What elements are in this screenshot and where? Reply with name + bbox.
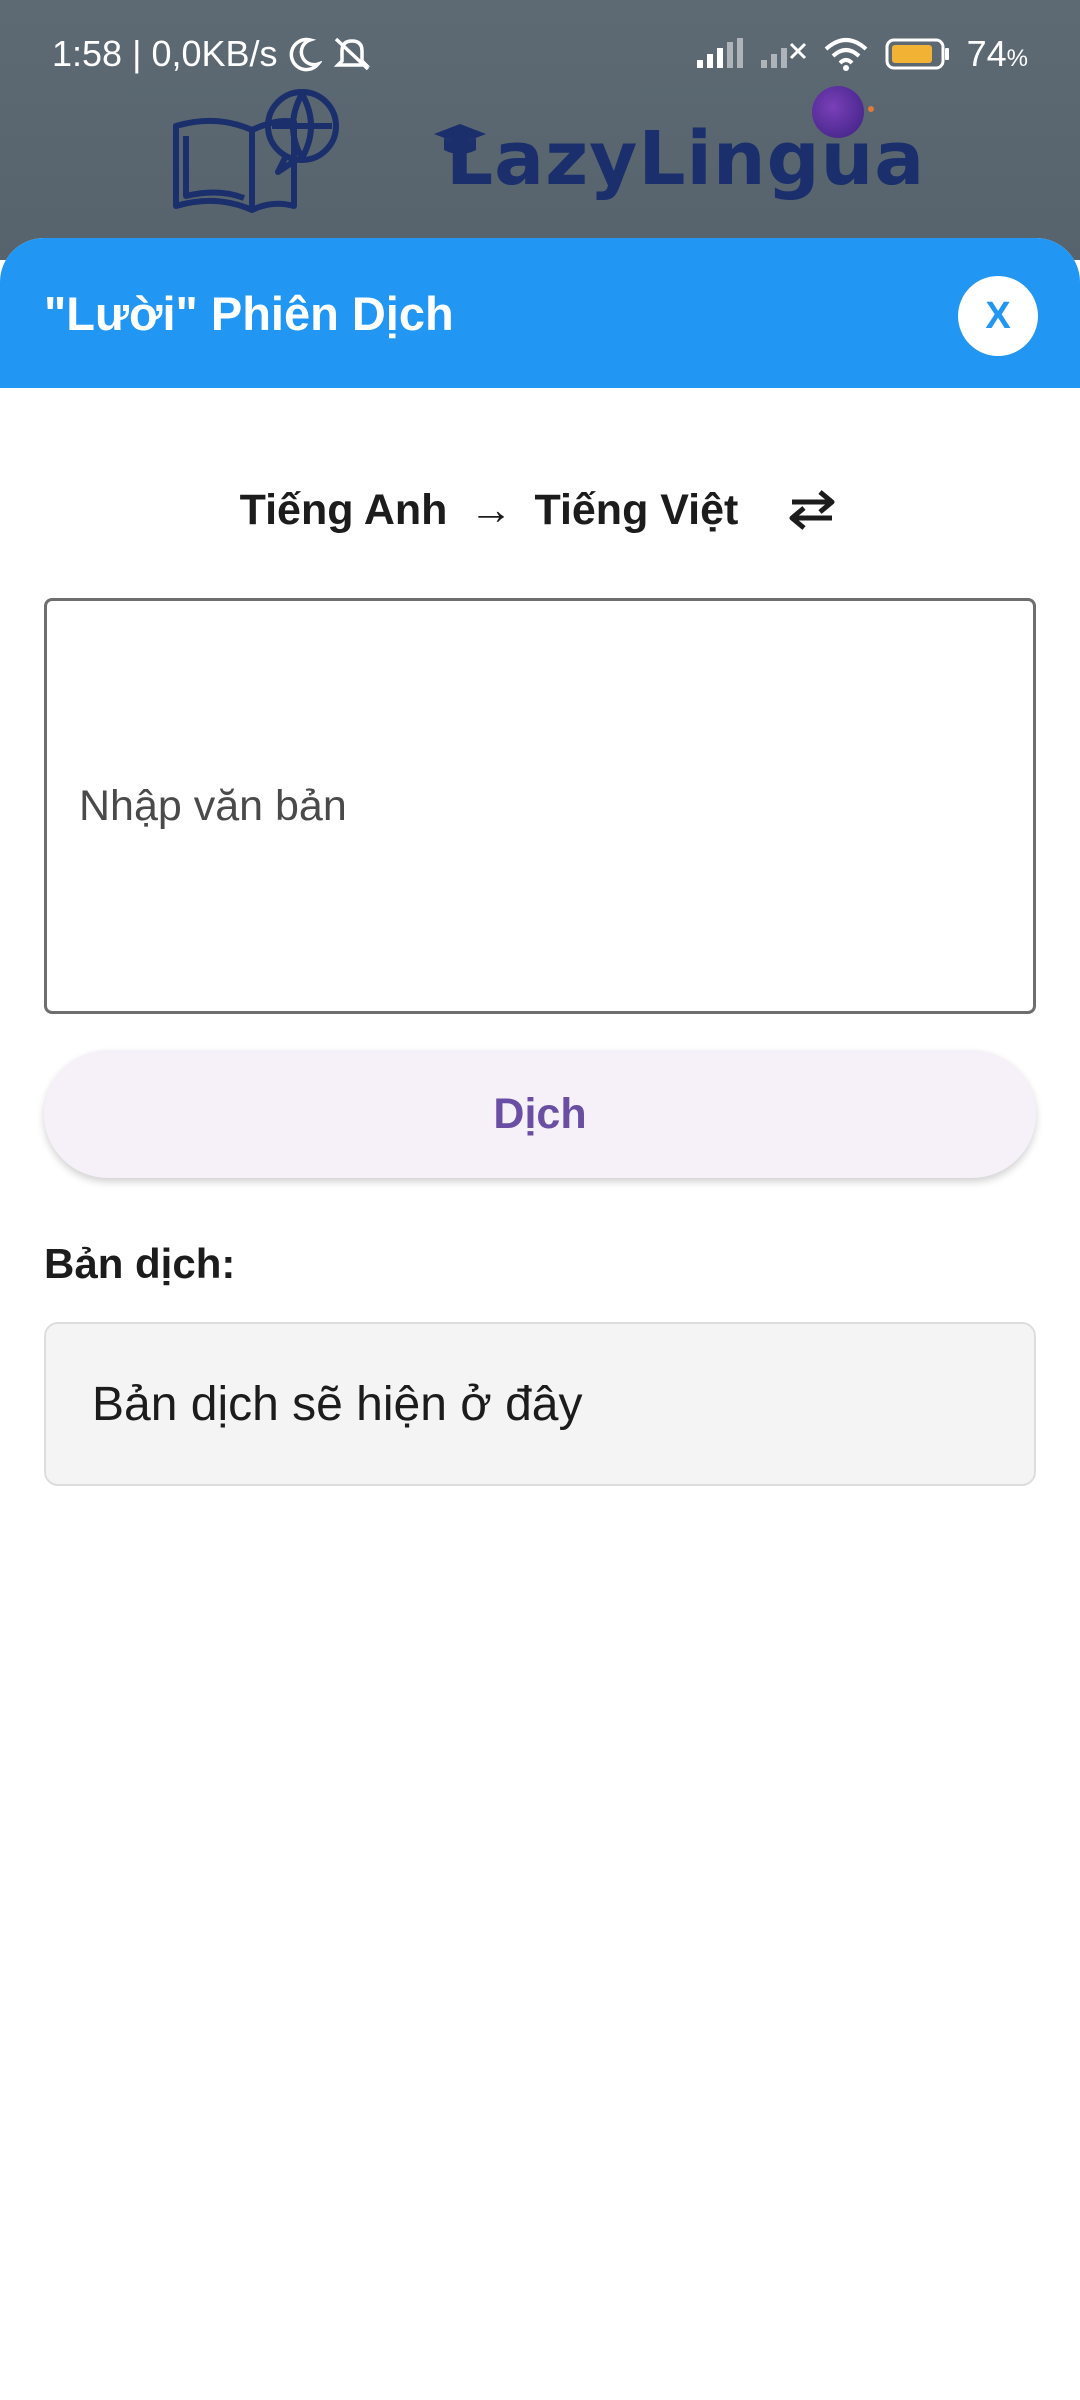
battery-icon bbox=[885, 37, 951, 71]
status-left: 1:58 | 0,0KB/s bbox=[52, 33, 372, 75]
signal-icon bbox=[695, 38, 743, 70]
result-output: Bản dịch sẽ hiện ở đây bbox=[44, 1322, 1036, 1486]
battery-percent-unit: % bbox=[1006, 45, 1028, 72]
battery-percent: 74% bbox=[967, 33, 1028, 75]
target-language: Tiếng Việt bbox=[534, 485, 739, 534]
translate-button[interactable]: Dịch bbox=[44, 1050, 1036, 1178]
status-time: 1:58 bbox=[52, 33, 123, 74]
status-divider: | bbox=[132, 33, 142, 74]
source-language: Tiếng Anh bbox=[239, 485, 448, 534]
screen: LazyLingua 1:58 | 0,0KB/s 74% "Lười" Phi… bbox=[0, 0, 1080, 2400]
sheet-header: "Lười" Phiên Dịch X bbox=[0, 238, 1080, 388]
status-bar: 1:58 | 0,0KB/s 74% bbox=[0, 0, 1080, 108]
result-label: Bản dịch: bbox=[44, 1240, 236, 1287]
signal-no-service-icon bbox=[759, 38, 807, 70]
source-text-input[interactable] bbox=[79, 776, 1001, 836]
swap-languages-icon[interactable] bbox=[784, 482, 840, 538]
status-right: 74% bbox=[695, 33, 1028, 75]
mute-notification-icon bbox=[332, 35, 372, 73]
source-text-field bbox=[44, 598, 1036, 1014]
direction-arrow: → bbox=[469, 485, 513, 534]
network-speed: 0,0KB/s bbox=[151, 33, 278, 74]
close-button[interactable]: X bbox=[958, 276, 1038, 356]
language-direction: Tiếng Anh → Tiếng Việt bbox=[0, 470, 1080, 550]
battery-percent-value: 74 bbox=[966, 33, 1007, 74]
wifi-icon bbox=[823, 37, 869, 71]
sheet-title: "Lười" Phiên Dịch bbox=[44, 286, 454, 340]
result-text: Bản dịch sẽ hiện ở đây bbox=[92, 1377, 583, 1431]
moon-icon bbox=[288, 36, 322, 72]
translator-sheet: "Lười" Phiên Dịch X Tiếng Anh → Tiếng Vi… bbox=[0, 238, 1080, 2400]
